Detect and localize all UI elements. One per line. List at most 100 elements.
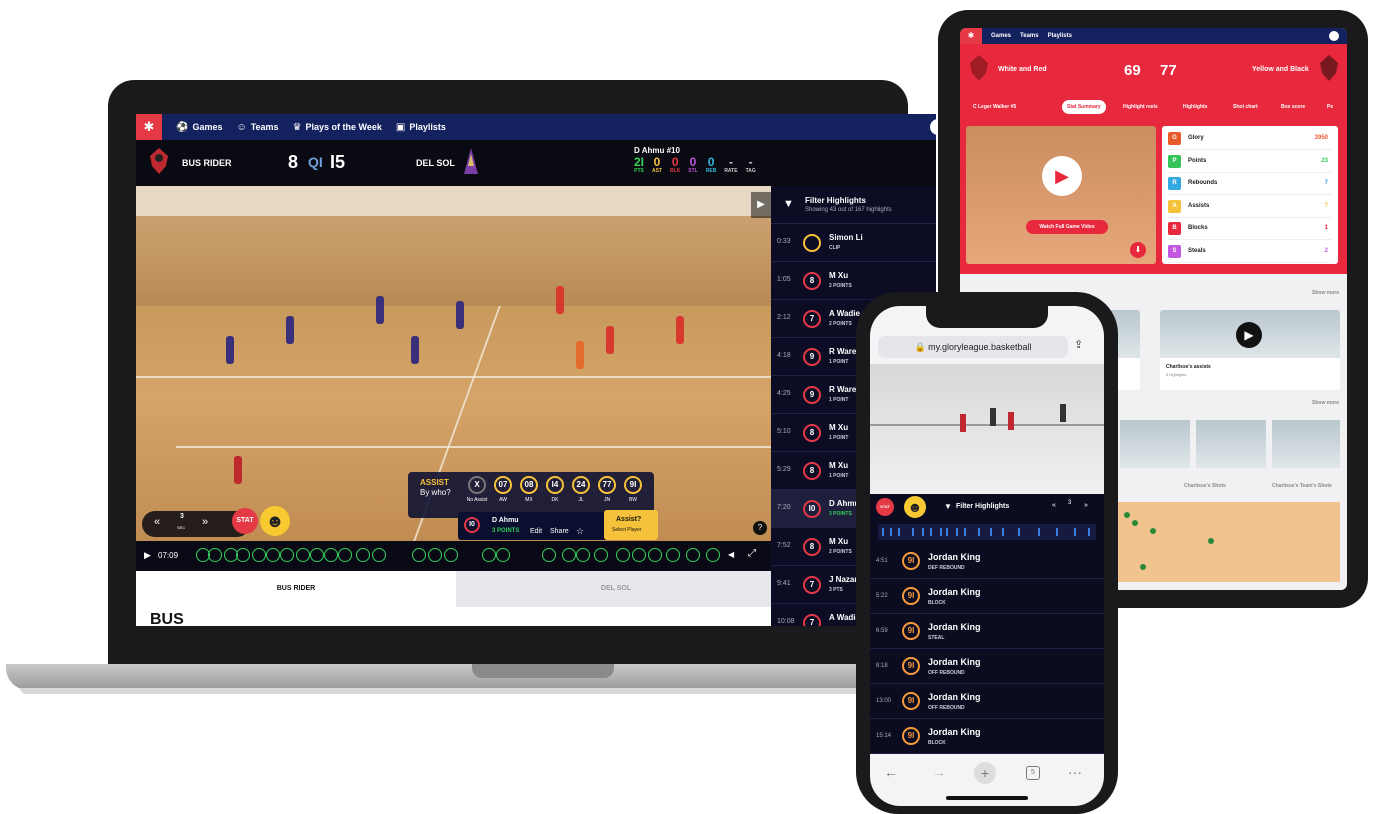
star-icon[interactable]: ☆ (576, 526, 584, 537)
tab-del-sol[interactable]: DEL SOL (456, 571, 776, 607)
timeline-marker[interactable] (542, 548, 556, 562)
tabs-count-icon[interactable]: 5 (1026, 766, 1040, 780)
timeline-marker[interactable] (296, 548, 310, 562)
back-icon[interactable]: ← (884, 764, 898, 780)
glory-logo-icon[interactable]: ✱ (960, 28, 982, 44)
account-icon[interactable] (1329, 31, 1339, 41)
timeline-marker[interactable] (280, 548, 294, 562)
reel-card-assists[interactable]: ▶ Charlisse's assists 8 highlights (1160, 310, 1340, 390)
volume-icon[interactable]: ◀ (728, 550, 734, 559)
nav-plays-of-the-week[interactable]: ♛ Plays of the Week (293, 122, 382, 133)
timeline-marker[interactable] (576, 548, 590, 562)
play-icon[interactable]: ▶ (1236, 322, 1262, 348)
url-field[interactable]: 🔒 my.gloryleague.basketball (878, 336, 1068, 358)
timeline-marker[interactable] (372, 548, 386, 562)
forward-button[interactable]: » (202, 516, 208, 528)
help-button[interactable]: ? (753, 521, 767, 535)
phone-highlight-row[interactable]: 15:14 9I Jordan King BLOCK (870, 719, 1104, 754)
highlight-row[interactable]: 0:33 Simon Li CLIP (771, 224, 936, 262)
play-icon[interactable]: ▶ (1042, 156, 1082, 196)
timeline-marker[interactable] (428, 548, 442, 562)
share-icon[interactable]: ⇪ (1074, 338, 1083, 351)
forward-icon[interactable]: → (932, 764, 946, 780)
timeline-marker[interactable] (356, 548, 370, 562)
timeline-marker[interactable] (412, 548, 426, 562)
phone-highlight-row[interactable]: 8:18 9I Jordan King OFF REBOUND (870, 649, 1104, 684)
fullscreen-icon[interactable]: ⤢ (748, 548, 756, 559)
shots-tab-team[interactable]: Charlisse's Team's Shots (1272, 483, 1332, 489)
timeline-marker[interactable] (236, 548, 250, 562)
new-tab-icon[interactable]: + (974, 762, 996, 784)
assist-player-chip[interactable]: 24 (572, 476, 590, 494)
filter-icon[interactable]: ▼ (944, 502, 952, 511)
tablet-tab[interactable]: Highlight reels (1118, 100, 1163, 114)
download-icon[interactable]: ⬇ (1130, 242, 1146, 258)
assist-player-chip[interactable]: 07 (494, 476, 512, 494)
stat-button[interactable]: STAT (232, 508, 258, 534)
phone-rewind-button[interactable]: « (1052, 502, 1056, 509)
tablet-video[interactable]: ▶ Watch Full Game Video ⬇ (966, 126, 1156, 264)
timeline-marker[interactable] (594, 548, 608, 562)
stat-row[interactable]: A Assists 7 (1168, 196, 1332, 218)
assist-player-chip[interactable]: 9I (624, 476, 642, 494)
more-icon[interactable]: ··· (1068, 764, 1082, 780)
timeline-marker[interactable] (648, 548, 662, 562)
stat-row[interactable]: S Steals 2 (1168, 241, 1332, 263)
phone-video[interactable] (870, 364, 1104, 494)
timeline-marker[interactable] (496, 548, 510, 562)
tablet-nav-teams[interactable]: Teams (1020, 33, 1039, 39)
filter-icon[interactable]: ▼ (783, 198, 794, 210)
timeline-marker[interactable] (706, 548, 720, 562)
highlight-thumb[interactable] (1272, 420, 1340, 468)
tablet-tab[interactable]: Box score (1276, 100, 1310, 114)
timeline-marker[interactable] (482, 548, 496, 562)
nav-playlists[interactable]: ▣ Playlists (396, 122, 446, 133)
stat-row[interactable]: R Rebounds 7 (1168, 173, 1332, 195)
tablet-tab[interactable]: Highlights (1178, 100, 1212, 114)
phone-stat-button[interactable]: STAT (876, 498, 894, 516)
assist-player-chip[interactable]: 77 (598, 476, 616, 494)
timeline-marker[interactable] (686, 548, 700, 562)
show-more-link[interactable]: Show more (1312, 400, 1339, 406)
glory-logo-icon[interactable]: ✱ (136, 114, 162, 140)
timeline-marker[interactable] (632, 548, 646, 562)
phone-highlight-row[interactable]: 6:59 9I Jordan King STEAL (870, 614, 1104, 649)
tablet-tab[interactable]: Stat Summary (1062, 100, 1106, 114)
timeline[interactable]: ▶ 07:09 ◀ ⤢ (136, 541, 771, 571)
highlight-thumb[interactable] (1196, 420, 1266, 468)
assist-player-chip[interactable]: 08 (520, 476, 538, 494)
nav-games[interactable]: ⚽ Games (176, 122, 222, 133)
timeline-marker[interactable] (666, 548, 680, 562)
tablet-nav-games[interactable]: Games (991, 33, 1011, 39)
emoji-reaction-icon[interactable]: ☻ (260, 506, 290, 536)
play-icon[interactable]: ▶ (144, 550, 151, 561)
highlight-thumb[interactable] (1120, 420, 1190, 468)
timeline-marker[interactable] (338, 548, 352, 562)
stat-row[interactable]: P Points 23 (1168, 151, 1332, 173)
timeline-marker[interactable] (266, 548, 280, 562)
assist-player-chip[interactable]: I4 (546, 476, 564, 494)
timeline-marker[interactable] (562, 548, 576, 562)
show-more-link[interactable]: Show more (1312, 290, 1339, 296)
emoji-reaction-icon[interactable]: ☻ (904, 496, 926, 518)
assist-player-chip[interactable]: X (468, 476, 486, 494)
phone-highlight-row[interactable]: 4:51 9I Jordan King DEF REBOUND (870, 544, 1104, 579)
timeline-marker[interactable] (444, 548, 458, 562)
timeline-marker[interactable] (208, 548, 222, 562)
stat-row[interactable]: G Glory 3950 (1168, 128, 1332, 150)
phone-highlight-row[interactable]: 13:00 9I Jordan King OFF REBOUND (870, 684, 1104, 719)
next-arrow-icon[interactable]: ▶ (751, 192, 771, 218)
timeline-marker[interactable] (324, 548, 338, 562)
phone-filter-label[interactable]: Filter Highlights (956, 503, 1009, 510)
phone-timeline[interactable] (878, 524, 1096, 540)
assist-prompt[interactable]: Assist? Select Player (604, 510, 658, 540)
phone-highlight-row[interactable]: 5:22 9I Jordan King BLOCK (870, 579, 1104, 614)
account-icon[interactable]: ● (930, 119, 936, 135)
phone-forward-button[interactable]: » (1084, 502, 1088, 509)
timeline-marker[interactable] (310, 548, 324, 562)
clip-share-button[interactable]: Share (550, 528, 569, 535)
game-video[interactable]: ▶ ASSIST By who? X No Assist 07 AW 08 MX I4 DK 2… (136, 186, 771, 541)
shots-tab-player[interactable]: Charlisse's Shots (1184, 483, 1226, 489)
tablet-tab[interactable]: Pe (1322, 100, 1338, 114)
rewind-button[interactable]: « (154, 516, 160, 528)
